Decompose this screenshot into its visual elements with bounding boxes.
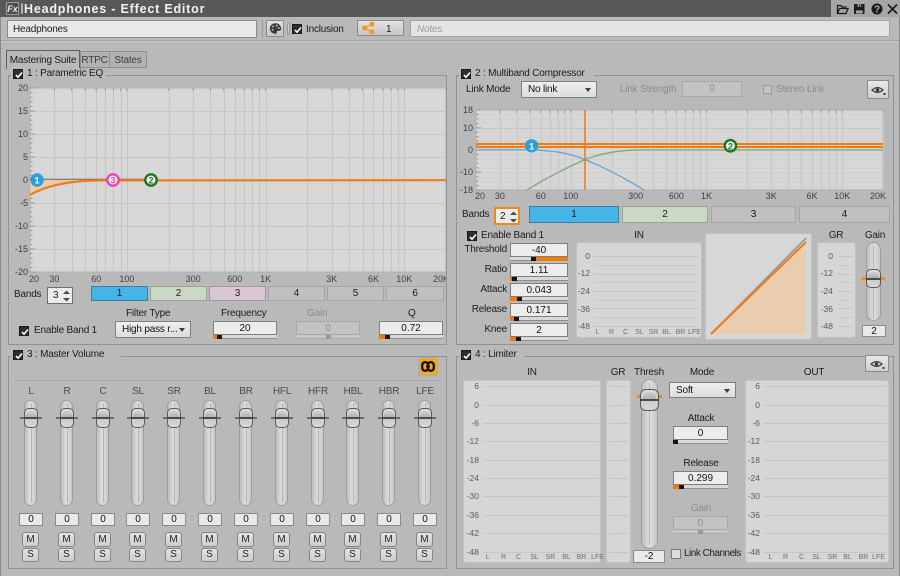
svg-text:1K: 1K <box>701 191 712 200</box>
svg-text:20: 20 <box>18 83 28 93</box>
svg-text:-10: -10 <box>460 167 473 177</box>
svg-text:3K: 3K <box>766 191 777 200</box>
svg-text:600: 600 <box>669 191 684 200</box>
svg-text:20K: 20K <box>433 274 446 284</box>
svg-text:6K: 6K <box>807 191 818 200</box>
svg-text:10K: 10K <box>834 191 850 200</box>
svg-text:100: 100 <box>563 191 578 200</box>
svg-text:1: 1 <box>34 176 39 186</box>
svg-text:10K: 10K <box>396 274 412 284</box>
svg-text:0: 0 <box>468 145 473 155</box>
svg-text:15: 15 <box>18 106 28 116</box>
svg-text:20: 20 <box>29 274 39 284</box>
svg-text:10: 10 <box>463 123 473 133</box>
svg-text:3: 3 <box>110 176 115 186</box>
svg-text:2: 2 <box>728 141 733 151</box>
svg-text:600: 600 <box>227 274 242 284</box>
svg-text:1: 1 <box>529 141 534 151</box>
svg-text:-10: -10 <box>15 221 28 231</box>
svg-text:-20: -20 <box>15 267 28 277</box>
svg-text:60: 60 <box>91 274 101 284</box>
svg-text:3K: 3K <box>326 274 337 284</box>
svg-text:?: ? <box>874 5 880 16</box>
svg-text:30: 30 <box>495 191 505 200</box>
svg-text:2: 2 <box>148 176 153 186</box>
svg-text:0: 0 <box>23 175 28 185</box>
svg-text:5: 5 <box>23 152 28 162</box>
svg-text:6K: 6K <box>368 274 379 284</box>
svg-text:20: 20 <box>475 191 485 200</box>
svg-text:-5: -5 <box>20 198 28 208</box>
svg-text:100: 100 <box>119 274 134 284</box>
svg-text:30: 30 <box>49 274 59 284</box>
svg-text:-18: -18 <box>460 185 473 195</box>
svg-text:-15: -15 <box>15 244 28 254</box>
svg-text:18: 18 <box>463 105 473 115</box>
svg-text:60: 60 <box>536 191 546 200</box>
svg-text:20K: 20K <box>870 191 886 200</box>
svg-text:300: 300 <box>628 191 643 200</box>
svg-text:10: 10 <box>18 129 28 139</box>
svg-text:1K: 1K <box>260 274 271 284</box>
svg-text:300: 300 <box>186 274 201 284</box>
